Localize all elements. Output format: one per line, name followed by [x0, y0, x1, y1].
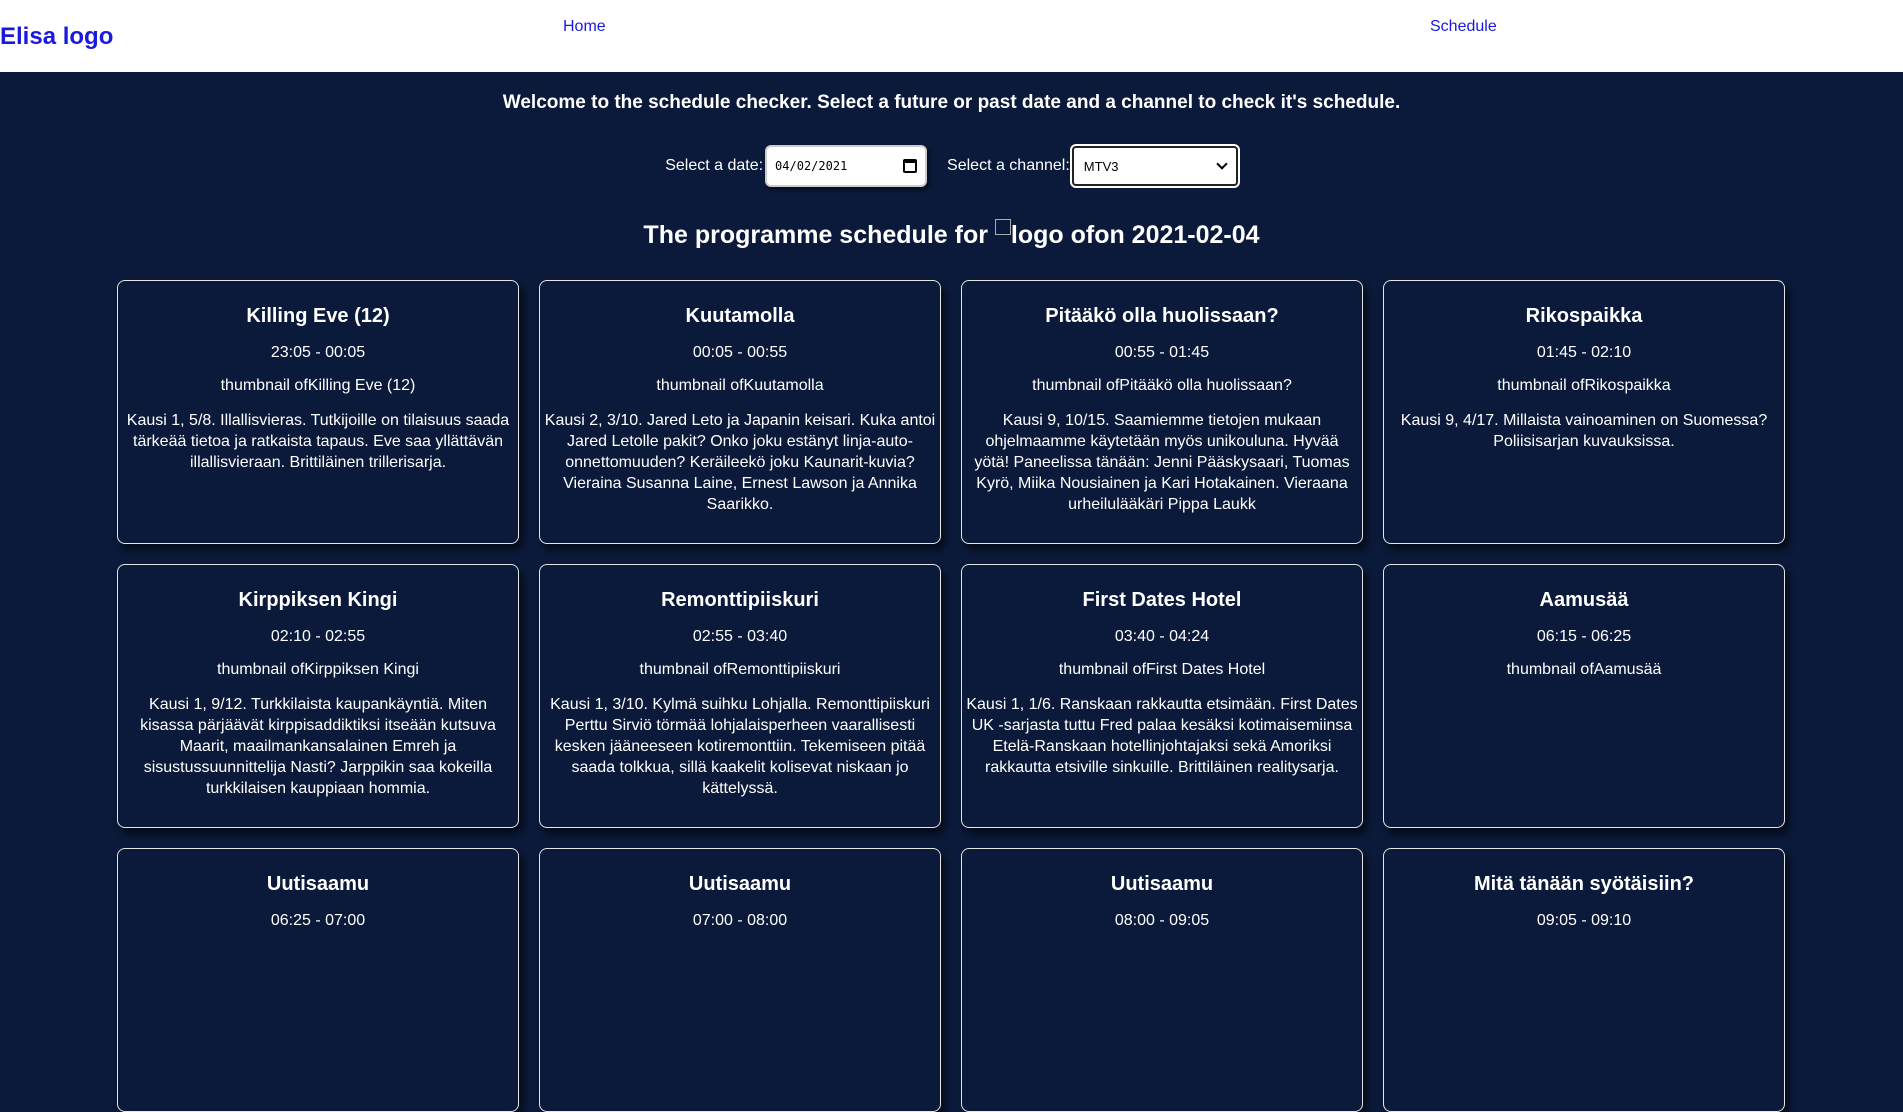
programme-card: Aamusää 06:15 - 06:25 thumbnail ofAamusää: [1383, 564, 1785, 828]
calendar-icon[interactable]: [903, 159, 918, 173]
programme-description: Kausi 1, 9/12. Turkkilaista kaupankäynti…: [140, 696, 496, 797]
programme-description: Kausi 2, 3/10. Jared Leto ja Japanin kei…: [544, 412, 936, 513]
broken-image-icon: [994, 219, 1011, 235]
programme-time: 00:55 - 01:45: [1114, 344, 1210, 361]
date-label: Select a date:: [665, 157, 764, 174]
programme-time: 01:45 - 02:10: [1536, 344, 1632, 361]
channel-selected-value: MTV3: [1083, 158, 1119, 174]
programme-title: Uutisaamu: [688, 873, 792, 895]
schedule-title-prefix: The programme schedule for: [643, 221, 995, 249]
programme-description: Kausi 9, 10/15. Saamiemme tietojen mukaa…: [974, 412, 1350, 513]
programme-card: Mitä tänään syötäisiin? 09:05 - 09:10: [1383, 848, 1785, 1112]
programme-card: Killing Eve (12) 23:05 - 00:05 thumbnail o…: [117, 280, 519, 544]
programme-title: Mitä tänään syötäisiin?: [1473, 873, 1695, 895]
programme-time: 06:15 - 06:25: [1536, 628, 1632, 645]
programme-thumbnail: thumbnail ofKilling Eve (12): [220, 377, 416, 394]
welcome-text: Welcome to the schedule checker. Select …: [502, 92, 1401, 113]
programme-card: First Dates Hotel 03:40 - 04:24 thumbnail …: [961, 564, 1363, 828]
schedule-title-suffix: logo ofon 2021-02-04: [1010, 221, 1260, 249]
nav-schedule-link[interactable]: Schedule: [1430, 18, 1497, 36]
programme-title: Uutisaamu: [266, 873, 370, 895]
nav-home-link[interactable]: Home: [563, 18, 606, 36]
programme-title: Aamusää: [1539, 589, 1629, 611]
programme-time: 00:05 - 00:55: [692, 344, 788, 361]
programme-time: 02:10 - 02:55: [270, 628, 366, 645]
date-input[interactable]: 04/02/2021: [765, 145, 928, 187]
programme-title: Pitääkö olla huolissaan?: [1045, 305, 1279, 327]
programme-thumbnail: thumbnail ofPitääkö olla huolissaan?: [1032, 377, 1292, 394]
programme-thumbnail: thumbnail ofFirst Dates Hotel: [1058, 661, 1266, 678]
programme-description: Kausi 1, 3/10. Kylmä suihku Lohjalla. Re…: [550, 696, 930, 797]
programme-description: Kausi 9, 4/17. Millaista vainoaminen on …: [1400, 412, 1768, 450]
programme-thumbnail: thumbnail ofRikospaikka: [1497, 377, 1671, 394]
programme-grid: Killing Eve (12) 23:05 - 00:05 thumbnail o…: [117, 280, 1785, 1112]
programme-title: Uutisaamu: [1110, 873, 1214, 895]
programme-card: Kuutamolla 00:05 - 00:55 thumbnail ofKuuta…: [539, 280, 941, 544]
programme-time: 09:05 - 09:10: [1536, 912, 1632, 929]
programme-time: 02:55 - 03:40: [692, 628, 788, 645]
programme-title: Rikospaikka: [1525, 305, 1643, 327]
programme-title: First Dates Hotel: [1082, 589, 1242, 611]
channel-select[interactable]: MTV3: [1069, 144, 1240, 188]
programme-title: Kuutamolla: [685, 305, 795, 327]
programme-card: Uutisaamu 07:00 - 08:00: [539, 848, 941, 1112]
programme-card: Pitääkö olla huolissaan? 00:55 - 01:45 thu…: [961, 280, 1363, 544]
programme-card: Uutisaamu 06:25 - 07:00: [117, 848, 519, 1112]
programme-time: 07:00 - 08:00: [692, 912, 788, 929]
programme-time: 03:40 - 04:24: [1114, 628, 1210, 645]
schedule-title: The programme schedule for logo ofon 202…: [0, 219, 1903, 250]
programme-title: Killing Eve (12): [246, 305, 390, 327]
programme-thumbnail: thumbnail ofRemonttipiiskuri: [639, 661, 841, 678]
programme-time: 08:00 - 09:05: [1114, 912, 1210, 929]
programme-card: Rikospaikka 01:45 - 02:10 thumbnail ofRiko…: [1383, 280, 1785, 544]
programme-time: 06:25 - 07:00: [270, 912, 366, 929]
programme-card: Uutisaamu 08:00 - 09:05: [961, 848, 1363, 1112]
schedule-controls: Select a date: 04/02/2021 Select a chann…: [0, 144, 1903, 188]
programme-title: Remonttipiiskuri: [661, 589, 819, 611]
top-navigation-bar: Elisa logo Home Schedule: [0, 0, 1903, 72]
programme-thumbnail: thumbnail ofKirppiksen Kingi: [217, 661, 419, 678]
programme-description: Kausi 1, 1/6. Ranskaan rakkautta etsimää…: [966, 696, 1358, 776]
programme-title: Kirppiksen Kingi: [238, 589, 398, 611]
programme-time: 23:05 - 00:05: [270, 344, 366, 361]
channel-label: Select a channel:: [947, 157, 1070, 174]
programme-thumbnail: thumbnail ofAamusää: [1506, 661, 1662, 678]
date-value: 04/02/2021: [775, 159, 848, 173]
programme-thumbnail: thumbnail ofKuutamolla: [656, 377, 824, 394]
programme-card: Remonttipiiskuri 02:55 - 03:40 thumbnail o…: [539, 564, 941, 828]
logo-link[interactable]: Elisa logo: [0, 23, 113, 51]
programme-description: Kausi 1, 5/8. Illallisvieras. Tutkijoill…: [126, 412, 510, 471]
programme-card: Kirppiksen Kingi 02:10 - 02:55 thumbnail o…: [117, 564, 519, 828]
chevron-down-icon: [1216, 158, 1228, 170]
